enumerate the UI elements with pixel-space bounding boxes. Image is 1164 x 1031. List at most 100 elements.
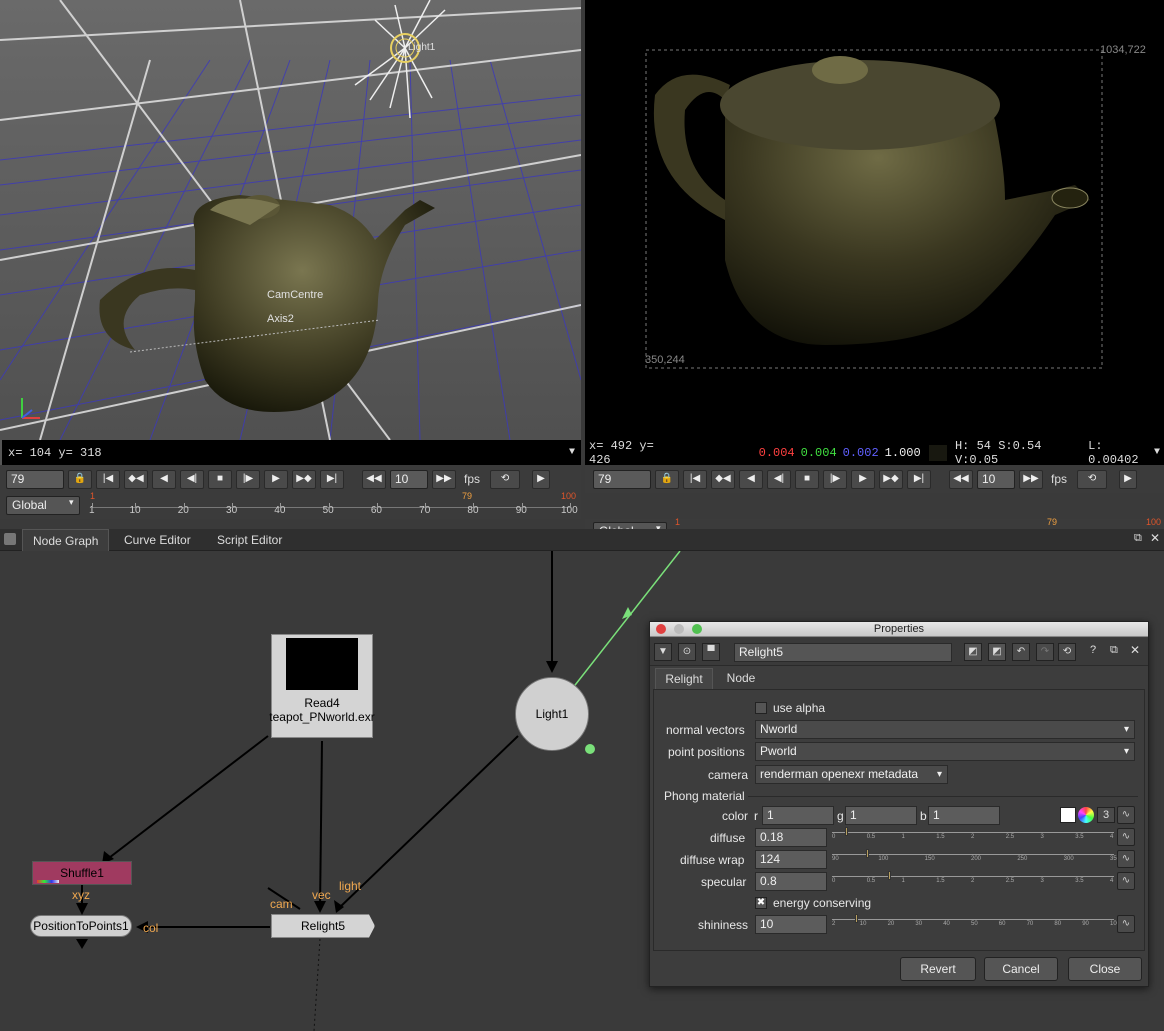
animation-curve-icon[interactable]: ∿ — [1117, 828, 1135, 846]
animation-curve-icon[interactable]: ∿ — [1117, 850, 1135, 868]
color-left-icon[interactable]: ◩ — [964, 643, 982, 661]
color-g-field[interactable]: 1 — [845, 806, 917, 825]
diffuse-field[interactable]: 0.18 — [755, 828, 827, 847]
close-icon[interactable]: ✕ — [1150, 531, 1160, 545]
tab-script-editor[interactable]: Script Editor — [207, 529, 292, 551]
play-small-icon[interactable]: ▶ — [532, 469, 551, 489]
shininess-slider[interactable]: 2 10 20 30 40 50 60 70 80 90 100 — [832, 914, 1120, 928]
image-view[interactable] — [585, 0, 1164, 440]
prev-keyframe-icon[interactable]: ◆◀ — [711, 469, 735, 489]
viewer-icon[interactable]: ▀ — [702, 643, 720, 661]
step-field[interactable]: 10 — [977, 469, 1015, 489]
close-button[interactable]: Close — [1068, 957, 1142, 981]
normal-vectors-select[interactable]: Nworld — [755, 720, 1135, 739]
dropdown-arrow-icon[interactable]: ▼ — [569, 447, 575, 458]
channels-button[interactable]: 3 — [1097, 807, 1115, 823]
step-back-icon[interactable]: ◀| — [767, 469, 791, 489]
step-forward-icon[interactable]: |▶ — [823, 469, 847, 489]
viewer-2d[interactable]: 1034,722 350,244 — [585, 0, 1164, 440]
center-node-icon[interactable]: ⊙ — [678, 643, 696, 661]
next-keyframe-icon[interactable]: ▶◆ — [292, 469, 316, 489]
marker-start[interactable]: 1 — [90, 491, 95, 501]
panel-menu-icon[interactable] — [4, 533, 16, 545]
slider-handle[interactable] — [888, 871, 892, 880]
marker-current[interactable]: 79 — [1047, 517, 1057, 527]
marker-end[interactable]: 100 — [1146, 517, 1161, 527]
color-wheel-icon[interactable] — [1078, 807, 1094, 823]
color-r-field[interactable]: 1 — [762, 806, 834, 825]
use-alpha-checkbox[interactable] — [755, 702, 767, 714]
cancel-button[interactable]: Cancel — [984, 957, 1058, 981]
diffuse-wrap-slider[interactable]: 90 100 150 200 250 300 350 — [832, 849, 1120, 863]
next-keyframe-icon[interactable]: ▶◆ — [879, 469, 903, 489]
tab-node-graph[interactable]: Node Graph — [22, 529, 110, 551]
tab-relight[interactable]: Relight — [655, 668, 713, 690]
loop-icon[interactable]: ⟲ — [1077, 469, 1108, 489]
properties-titlebar[interactable]: Properties — [650, 622, 1148, 637]
animation-curve-icon[interactable]: ∿ — [1117, 915, 1135, 933]
redo-icon[interactable]: ↷ — [1036, 643, 1054, 661]
step-forward-icon[interactable]: |▶ — [236, 469, 260, 489]
specular-slider[interactable]: 0 0.5 1 1.5 2 2.5 3 3.5 4 — [832, 871, 1114, 885]
node-name-field[interactable]: Relight5 — [734, 643, 952, 662]
stop-icon[interactable]: ■ — [208, 469, 232, 489]
prev-keyframe-icon[interactable]: ◆◀ — [124, 469, 148, 489]
scene-3d[interactable]: CamCentre Axis2 Light1 — [0, 0, 581, 440]
first-frame-icon[interactable]: |◀ — [96, 469, 120, 489]
frame-field[interactable]: 79 — [6, 469, 64, 489]
diffuse-wrap-field[interactable]: 124 — [755, 850, 827, 869]
slider-handle[interactable] — [854, 914, 858, 923]
frame-field[interactable]: 79 — [593, 469, 651, 489]
revert-button[interactable]: Revert — [900, 957, 976, 981]
color-swatch[interactable] — [1060, 807, 1076, 823]
point-positions-select[interactable]: Pworld — [755, 742, 1135, 761]
revert-icon[interactable]: ⟲ — [1058, 643, 1076, 661]
collapse-icon[interactable]: ▼ — [654, 643, 672, 661]
skip-back-icon[interactable]: ◀◀ — [949, 469, 973, 489]
node-relight5[interactable]: Relight5 — [271, 914, 375, 938]
animation-curve-icon[interactable]: ∿ — [1117, 806, 1135, 824]
skip-forward-icon[interactable]: ▶▶ — [1019, 469, 1043, 489]
loop-icon[interactable]: ⟲ — [490, 469, 521, 489]
undo-icon[interactable]: ↶ — [1012, 643, 1030, 661]
node-shuffle1[interactable]: Shuffle1 — [32, 861, 132, 885]
play-small-icon[interactable]: ▶ — [1119, 469, 1138, 489]
slider-handle[interactable] — [844, 827, 848, 836]
step-field[interactable]: 10 — [390, 469, 428, 489]
float-icon[interactable]: ⧉ — [1110, 644, 1118, 657]
marker-current[interactable]: 79 — [462, 491, 472, 501]
step-back-icon[interactable]: ◀| — [180, 469, 204, 489]
animation-curve-icon[interactable]: ∿ — [1117, 872, 1135, 890]
color-right-icon[interactable]: ◩ — [988, 643, 1006, 661]
lock-icon[interactable]: 🔒 — [655, 469, 679, 489]
skip-back-icon[interactable]: ◀◀ — [362, 469, 386, 489]
tab-node[interactable]: Node — [716, 668, 766, 690]
diffuse-slider[interactable]: 0 0.5 1 1.5 2 2.5 3 3.5 4 — [832, 827, 1114, 841]
lock-icon[interactable]: 🔒 — [68, 469, 92, 489]
help-icon[interactable]: ? — [1090, 644, 1096, 656]
stop-icon[interactable]: ■ — [795, 469, 819, 489]
energy-conserving-checkbox[interactable]: ✖ — [755, 897, 767, 909]
node-position-to-points1[interactable]: PositionToPoints1 — [30, 915, 132, 937]
play-forward-icon[interactable]: ▶ — [264, 469, 288, 489]
timeline-left[interactable]: Global ▾ 1 10 20 30 40 50 60 70 80 90 100 1 79 100 — [0, 491, 581, 519]
properties-window[interactable]: Properties ▼ ⊙ ▀ Relight5 ◩ ◩ ↶ ↷ ⟲ ? ⧉ … — [649, 621, 1149, 987]
specular-field[interactable]: 0.8 — [755, 872, 827, 891]
dropdown-arrow-icon[interactable]: ▼ — [1154, 447, 1160, 458]
tab-curve-editor[interactable]: Curve Editor — [114, 529, 201, 551]
close-icon[interactable]: ✕ — [1130, 643, 1140, 657]
play-backward-icon[interactable]: ◀ — [152, 469, 176, 489]
viewer-3d[interactable]: CamCentre Axis2 Light1 — [0, 0, 581, 440]
color-b-field[interactable]: 1 — [928, 806, 1000, 825]
play-backward-icon[interactable]: ◀ — [739, 469, 763, 489]
node-light1[interactable]: Light1 — [515, 677, 589, 751]
marker-start[interactable]: 1 — [675, 517, 680, 527]
slider-handle[interactable] — [865, 849, 869, 858]
skip-forward-icon[interactable]: ▶▶ — [432, 469, 456, 489]
marker-end[interactable]: 100 — [561, 491, 576, 501]
float-panel-icon[interactable]: ⧉ — [1134, 532, 1142, 545]
shininess-field[interactable]: 10 — [755, 915, 827, 934]
play-forward-icon[interactable]: ▶ — [851, 469, 875, 489]
camera-select[interactable]: renderman openexr metadata — [755, 765, 948, 784]
first-frame-icon[interactable]: |◀ — [683, 469, 707, 489]
